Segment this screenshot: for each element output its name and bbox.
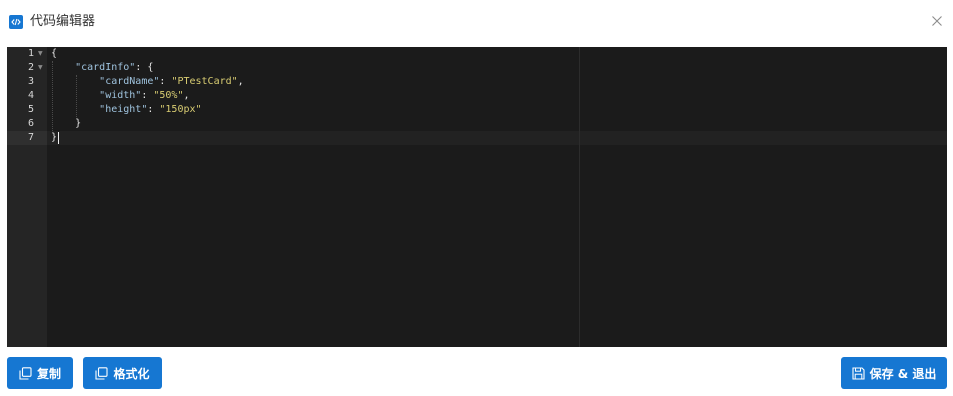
copy-icon <box>19 366 32 380</box>
json-punctuation: } <box>51 118 82 129</box>
active-line-highlight <box>47 131 947 145</box>
text-cursor <box>58 132 59 144</box>
json-punctuation: , <box>183 90 190 101</box>
code-window-icon <box>9 15 23 29</box>
print-margin <box>579 47 580 347</box>
json-string: "50%" <box>153 90 184 101</box>
code-line[interactable]: "height": "150px" <box>51 103 202 117</box>
copy-button[interactable]: 复制 <box>7 357 73 389</box>
json-punctuation: { <box>51 48 58 59</box>
fold-toggle-icon[interactable]: ▼ <box>38 61 43 75</box>
code-line[interactable]: } <box>51 117 81 131</box>
format-button-label: 格式化 <box>113 366 150 381</box>
code-editor[interactable]: 1 2 3 4 5 6 7 ▼ ▼ { "cardInfo": { "cardN… <box>7 47 947 347</box>
close-icon[interactable] <box>929 13 945 29</box>
save-icon <box>852 366 865 380</box>
code-line[interactable]: "cardName": "PTestCard", <box>51 75 244 89</box>
copy-button-label: 复制 <box>36 366 61 381</box>
json-punctuation <box>51 62 75 73</box>
format-button[interactable]: 格式化 <box>83 357 162 389</box>
json-punctuation <box>51 76 99 87</box>
code-line[interactable]: "width": "50%", <box>51 89 190 103</box>
save-exit-button-label: 保存 & 退出 <box>869 366 937 381</box>
dialog-header: 代码编辑器 <box>0 0 953 44</box>
json-key: "height" <box>99 104 148 115</box>
line-number: 2 <box>27 62 34 73</box>
line-number: 3 <box>27 76 34 87</box>
line-number: 6 <box>27 118 34 129</box>
dialog-title: 代码编辑器 <box>30 14 96 29</box>
save-exit-button[interactable]: 保存 & 退出 <box>841 357 947 389</box>
json-key: "cardInfo" <box>75 62 136 73</box>
json-punctuation: : <box>147 104 160 115</box>
code-editor-dialog: 代码编辑器 1 2 3 4 5 6 7 ▼ ▼ { "cardInfo": { … <box>0 0 953 396</box>
json-key: "cardName" <box>99 76 160 87</box>
line-number: 1 <box>27 48 34 59</box>
format-icon <box>95 366 109 380</box>
code-line[interactable]: } <box>51 131 57 145</box>
json-punctuation: , <box>237 76 244 87</box>
line-number: 7 <box>27 132 34 143</box>
json-key: "width" <box>99 90 142 101</box>
code-line[interactable]: "cardInfo": { <box>51 61 153 75</box>
code-line[interactable]: { <box>51 47 57 61</box>
line-number: 5 <box>27 104 34 115</box>
json-punctuation: : <box>141 90 154 101</box>
json-punctuation <box>51 104 99 115</box>
line-number: 4 <box>27 90 34 101</box>
json-punctuation: : <box>159 76 172 87</box>
json-string: "PTestCard" <box>171 76 238 87</box>
json-punctuation: } <box>51 132 58 143</box>
json-string: "150px" <box>159 104 202 115</box>
json-punctuation <box>51 90 99 101</box>
json-punctuation: : { <box>135 62 154 73</box>
fold-toggle-icon[interactable]: ▼ <box>38 47 43 61</box>
